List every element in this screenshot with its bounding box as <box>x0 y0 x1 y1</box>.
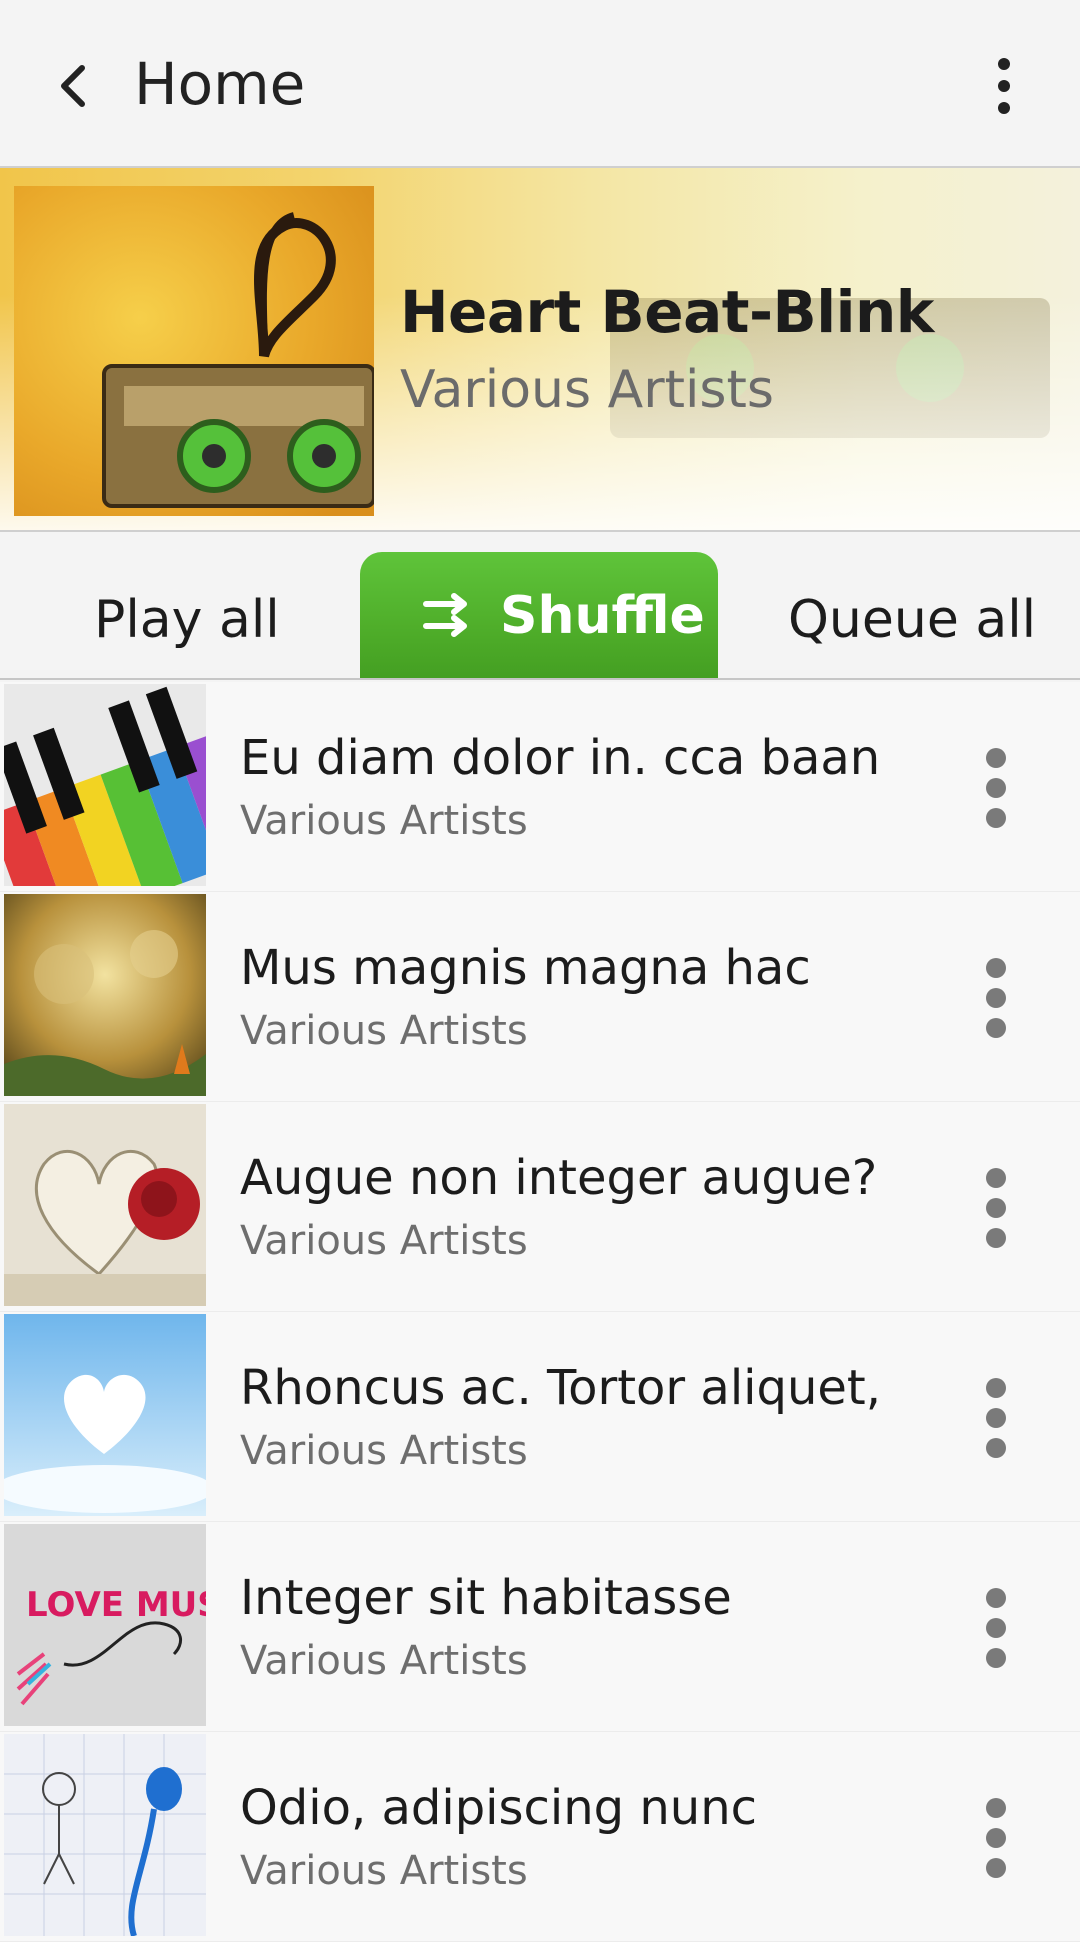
album-cover[interactable] <box>14 186 374 516</box>
more-vert-icon <box>998 58 1010 114</box>
svg-text:LOVE MUSIC: LOVE MUSIC <box>26 1585 206 1625</box>
play-all-button[interactable]: Play all <box>94 590 280 650</box>
song-list: Eu diam dolor in. cca baan Various Artis… <box>0 682 1080 1942</box>
shuffle-label: Shuffle <box>500 586 705 646</box>
earphone-sketch-art <box>4 1734 206 1936</box>
song-artist: Various Artists <box>240 798 528 844</box>
more-vert-icon[interactable] <box>970 1586 1022 1670</box>
more-vert-icon[interactable] <box>970 956 1022 1040</box>
chevron-left-icon <box>61 65 85 107</box>
list-item[interactable]: Odio, adipiscing nunc Various Artists <box>0 1732 1080 1942</box>
shuffle-button[interactable]: Shuffle <box>360 552 718 678</box>
album-title: Heart Beat-Blink <box>400 278 934 346</box>
song-artist: Various Artists <box>240 1428 528 1474</box>
list-item[interactable]: Rhoncus ac. Tortor aliquet, Various Arti… <box>0 1312 1080 1522</box>
love-music-art: LOVE MUSIC <box>4 1524 206 1726</box>
list-item[interactable]: Eu diam dolor in. cca baan Various Artis… <box>0 682 1080 892</box>
more-vert-icon[interactable] <box>970 1796 1022 1880</box>
overflow-menu-button[interactable] <box>984 54 1024 118</box>
song-title: Odio, adipiscing nunc <box>240 1780 758 1836</box>
piano-keys-art <box>4 684 206 886</box>
album-header: Heart Beat-Blink Various Artists <box>0 168 1080 532</box>
more-vert-icon[interactable] <box>970 1376 1022 1460</box>
song-artist: Various Artists <box>240 1848 528 1894</box>
list-item[interactable]: Mus magnis magna hac Various Artists <box>0 892 1080 1102</box>
top-app-bar: Home <box>0 0 1080 168</box>
album-artist: Various Artists <box>400 360 774 420</box>
song-title: Mus magnis magna hac <box>240 940 811 996</box>
book-heart-rose-art <box>4 1104 206 1306</box>
more-vert-icon[interactable] <box>970 746 1022 830</box>
list-item[interactable]: LOVE MUSIC Integer sit habitasse Various… <box>0 1522 1080 1732</box>
song-title: Integer sit habitasse <box>240 1570 732 1626</box>
page-title: Home <box>134 50 306 118</box>
cloud-heart-art <box>4 1314 206 1516</box>
shuffle-icon <box>423 593 467 637</box>
song-artist: Various Artists <box>240 1638 528 1684</box>
song-title: Eu diam dolor in. cca baan <box>240 730 881 786</box>
autumn-leaves-art <box>4 894 206 1096</box>
song-artist: Various Artists <box>240 1008 528 1054</box>
queue-all-button[interactable]: Queue all <box>788 590 1036 650</box>
song-title: Augue non integer augue? <box>240 1150 878 1206</box>
song-artist: Various Artists <box>240 1218 528 1264</box>
back-button[interactable] <box>48 56 100 116</box>
list-item[interactable]: Augue non integer augue? Various Artists <box>0 1102 1080 1312</box>
action-bar: Play all Shuffle Queue all <box>0 534 1080 680</box>
more-vert-icon[interactable] <box>970 1166 1022 1250</box>
song-title: Rhoncus ac. Tortor aliquet, <box>240 1360 881 1416</box>
